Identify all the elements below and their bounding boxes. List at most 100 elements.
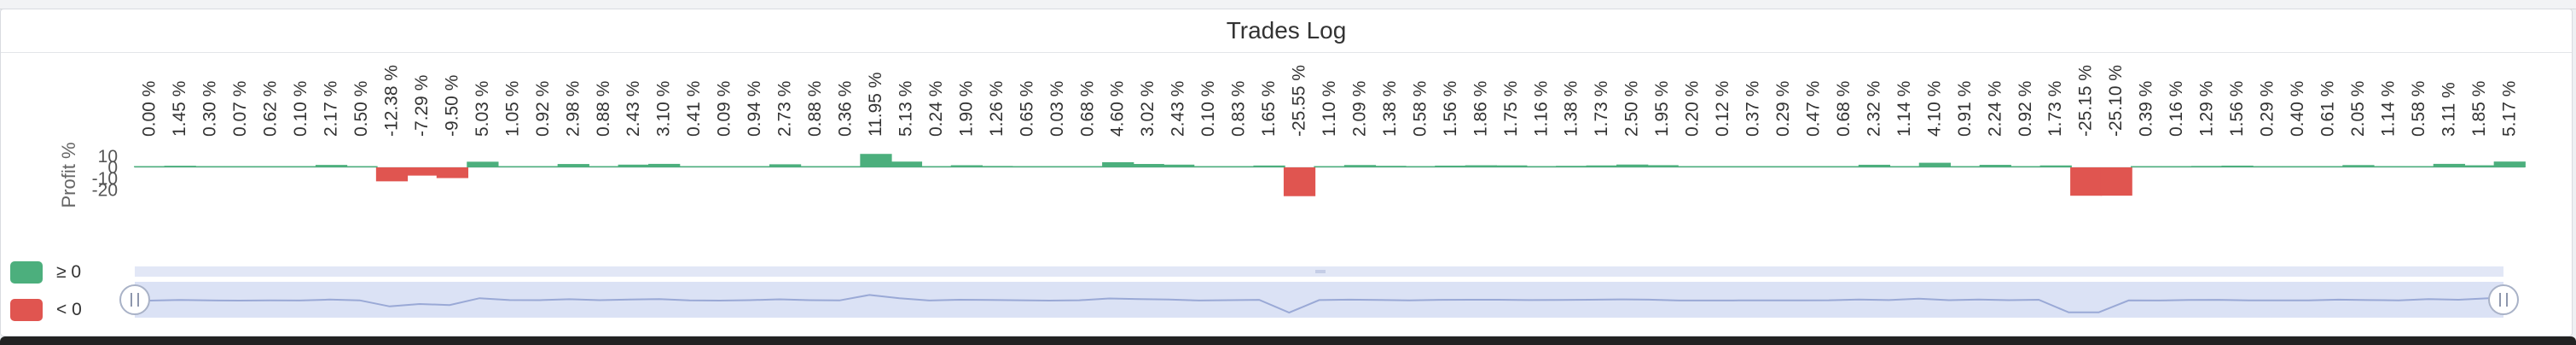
data-label: -25.55 %	[1290, 65, 1309, 137]
bar[interactable]	[2161, 166, 2193, 168]
bar[interactable]	[2312, 166, 2345, 168]
bar[interactable]	[467, 161, 499, 167]
bar[interactable]	[2342, 165, 2375, 167]
data-label: 2.17 %	[322, 81, 341, 137]
bar[interactable]	[2433, 163, 2465, 167]
bar[interactable]	[2010, 166, 2042, 168]
bar[interactable]	[315, 165, 348, 167]
data-label: 0.83 %	[1229, 81, 1249, 137]
bar[interactable]	[496, 166, 529, 168]
bar[interactable]	[1858, 164, 1891, 167]
bar[interactable]	[436, 167, 469, 178]
bar[interactable]	[2463, 165, 2496, 167]
bar[interactable]	[1707, 166, 1739, 168]
bar[interactable]	[678, 166, 711, 168]
bar[interactable]	[2131, 166, 2163, 168]
data-label: 1.16 %	[1531, 81, 1551, 137]
zoom-grip[interactable]	[1315, 270, 1326, 273]
zoom-handle-left[interactable]	[119, 284, 150, 315]
legend-swatch	[10, 261, 43, 284]
bar[interactable]	[2493, 161, 2526, 167]
bar[interactable]	[618, 164, 650, 167]
bar[interactable]	[1767, 166, 1800, 168]
bar[interactable]	[2190, 166, 2224, 167]
bar[interactable]	[224, 166, 257, 168]
bar[interactable]	[1586, 165, 1618, 167]
data-label: 0.40 %	[2288, 81, 2307, 137]
data-label: 1.73 %	[1592, 81, 1611, 137]
bar[interactable]	[1828, 166, 1860, 168]
bar[interactable]	[1163, 164, 1195, 167]
bar[interactable]	[2251, 166, 2284, 168]
bar[interactable]	[769, 164, 802, 167]
bar[interactable]	[739, 166, 771, 168]
bar[interactable]	[1192, 166, 1225, 168]
bar[interactable]	[2372, 166, 2405, 167]
bar[interactable]	[2403, 166, 2435, 168]
legend-swatch	[10, 299, 43, 321]
bar[interactable]	[345, 166, 378, 168]
bar[interactable]	[1797, 166, 1830, 168]
bar[interactable]	[1676, 166, 1709, 168]
bar[interactable]	[2100, 167, 2132, 196]
bar[interactable]	[2039, 165, 2072, 167]
bar[interactable]	[829, 166, 862, 168]
bar[interactable]	[1041, 166, 1074, 168]
bar[interactable]	[1374, 166, 1407, 167]
data-label: 0.58 %	[1410, 81, 1430, 137]
bar[interactable]	[2070, 167, 2103, 196]
bar[interactable]	[648, 163, 681, 167]
data-label: 0.29 %	[2258, 81, 2277, 137]
bar[interactable]	[1283, 167, 1316, 196]
bar[interactable]	[709, 166, 741, 168]
bar[interactable]	[1011, 166, 1043, 168]
bar[interactable]	[285, 166, 317, 168]
zoom-handle-right[interactable]	[2488, 284, 2519, 315]
data-label: 2.43 %	[624, 81, 643, 137]
bar[interactable]	[2221, 165, 2254, 167]
bar[interactable]	[1979, 165, 2011, 167]
bar[interactable]	[1071, 166, 1104, 168]
bar[interactable]	[1616, 164, 1649, 167]
bar[interactable]	[2282, 166, 2314, 168]
bar[interactable]	[860, 154, 892, 167]
data-label: -25.15 %	[2076, 65, 2096, 137]
bar[interactable]	[1314, 166, 1346, 168]
bar[interactable]	[1132, 164, 1164, 167]
bar[interactable]	[1918, 162, 1951, 167]
bar[interactable]	[375, 167, 409, 182]
bar[interactable]	[981, 166, 1013, 167]
data-label: 1.14 %	[1894, 81, 1914, 137]
legend-label: ≥ 0	[56, 262, 81, 282]
bar[interactable]	[1253, 165, 1285, 167]
bar[interactable]	[799, 166, 832, 168]
bar[interactable]	[588, 166, 620, 168]
bar[interactable]	[1465, 165, 1497, 167]
bar[interactable]	[254, 166, 287, 168]
bar[interactable]	[134, 166, 166, 168]
data-label: 1.56 %	[1441, 81, 1460, 137]
bar[interactable]	[1556, 166, 1588, 167]
data-label: 0.39 %	[2137, 81, 2156, 137]
bar[interactable]	[1495, 165, 1528, 167]
bar[interactable]	[1222, 166, 1256, 168]
bar[interactable]	[1435, 165, 1467, 167]
bar[interactable]	[950, 165, 983, 167]
bar[interactable]	[920, 166, 953, 168]
bar[interactable]	[164, 166, 196, 167]
bar[interactable]	[1102, 161, 1134, 167]
bar[interactable]	[1888, 166, 1921, 167]
data-label: 2.09 %	[1349, 81, 1369, 137]
bar[interactable]	[1646, 165, 1679, 167]
window-bottom-edge	[0, 336, 2576, 345]
bar[interactable]	[527, 166, 560, 168]
bar[interactable]	[1737, 166, 1770, 168]
bar[interactable]	[890, 161, 923, 167]
bar[interactable]	[1343, 165, 1377, 167]
bar[interactable]	[1949, 166, 1981, 168]
bar[interactable]	[406, 167, 438, 176]
bar[interactable]	[1525, 166, 1558, 167]
bar[interactable]	[1404, 166, 1437, 168]
bar[interactable]	[194, 166, 227, 168]
bar[interactable]	[557, 164, 589, 167]
